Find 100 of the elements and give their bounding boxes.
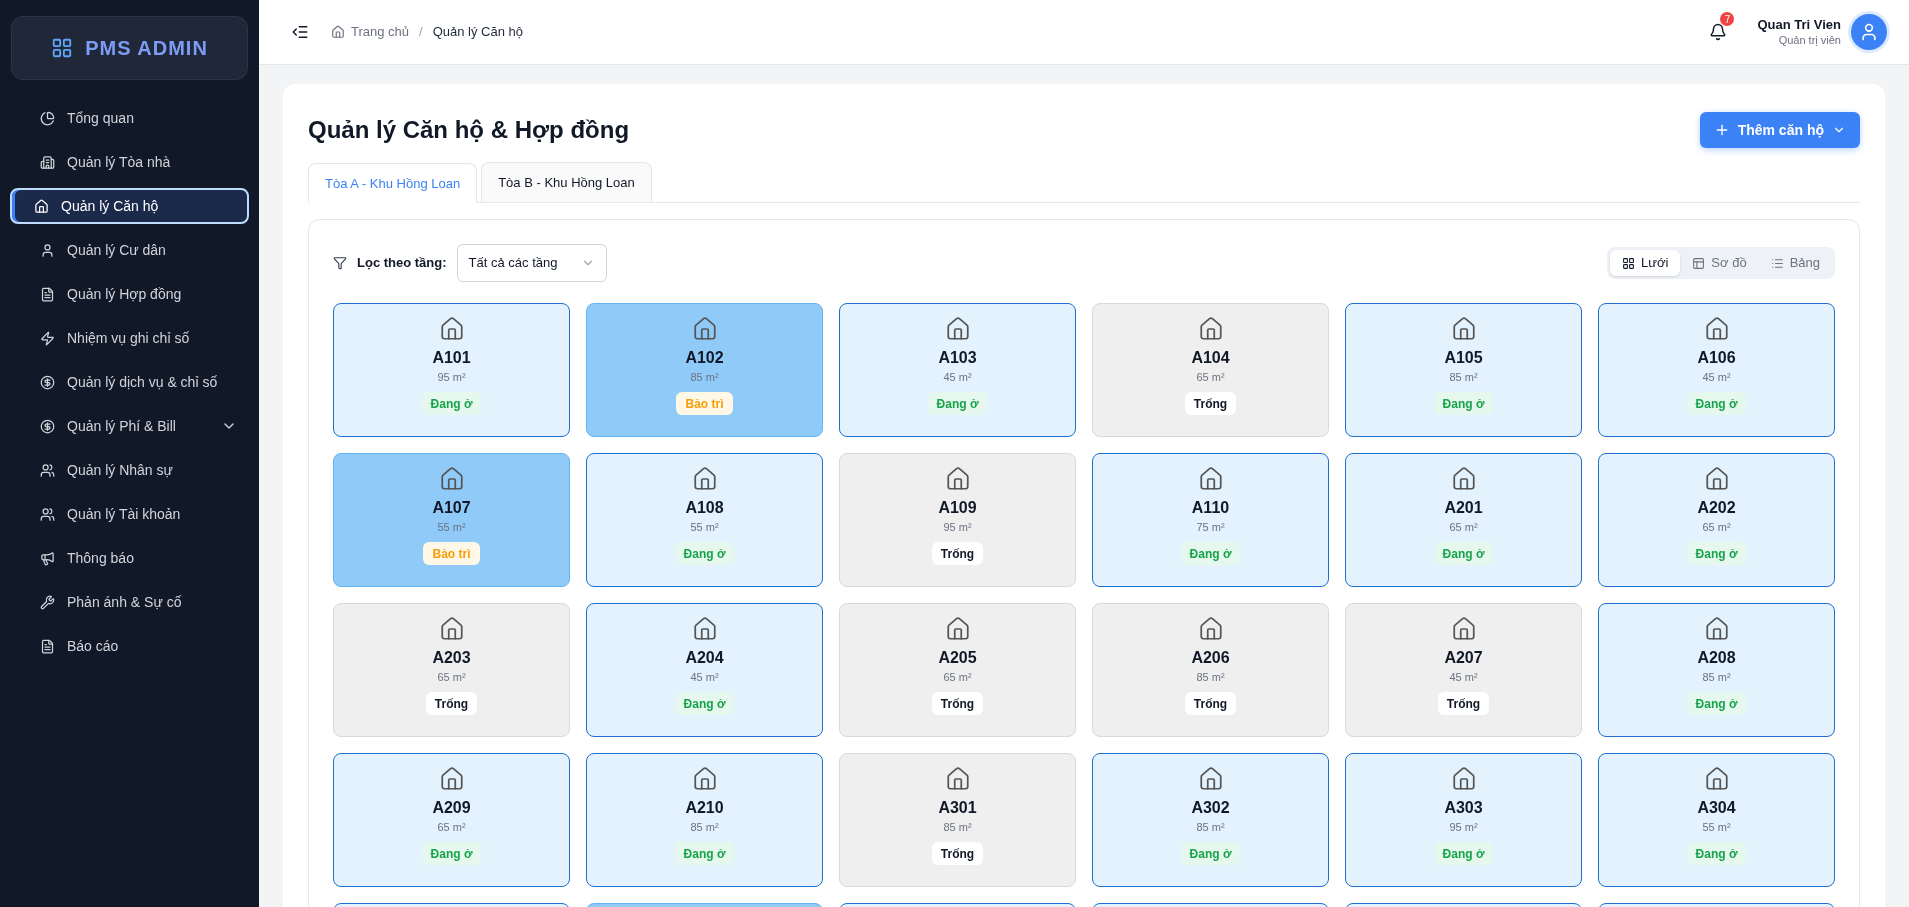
apartment-area: 55 m² — [437, 518, 466, 536]
add-apartment-button[interactable]: Thêm căn hộ — [1699, 112, 1860, 148]
sidebar-item[interactable]: Báo cáo — [10, 628, 249, 664]
apartment-card[interactable]: A209 65 m² Đang ở — [333, 753, 570, 887]
apartment-card[interactable]: A301 85 m² Trống — [839, 753, 1076, 887]
house-icon — [438, 466, 465, 492]
apartment-card[interactable]: A103 45 m² Đang ở — [839, 303, 1076, 437]
brand-logo[interactable]: PMS ADMIN — [11, 16, 248, 80]
apartment-area: 45 m² — [690, 668, 719, 686]
status-label: Đang ở — [1180, 542, 1241, 565]
apartment-card[interactable]: A107 55 m² Bảo trì — [333, 453, 570, 587]
house-icon — [944, 766, 971, 792]
apartment-number: A302 — [1191, 798, 1230, 818]
user-avatar[interactable] — [1851, 14, 1887, 50]
apartment-card[interactable]: A203 65 m² Trống — [333, 603, 570, 737]
apartment-card[interactable]: A108 55 m² Đang ở — [586, 453, 823, 587]
apartment-number: A110 — [1191, 498, 1230, 518]
user-icon — [1859, 22, 1879, 42]
apartment-card[interactable]: A202 65 m² Đang ở — [1598, 453, 1835, 587]
apartment-card[interactable]: A210 85 m² Đang ở — [586, 753, 823, 887]
sidebar-item[interactable]: Quản lý Căn hộ — [10, 188, 249, 224]
house-icon — [1450, 616, 1477, 642]
apartment-area: 95 m² — [943, 518, 972, 536]
house-icon — [1450, 316, 1477, 342]
floor-select[interactable]: Tất cả các tầng — [456, 244, 607, 282]
sidebar-item[interactable]: Quản lý Tài khoản — [10, 496, 249, 532]
apartment-number: A301 — [938, 798, 977, 818]
sidebar-item[interactable]: Tổng quan — [10, 100, 249, 136]
apartment-number: A106 — [1697, 348, 1736, 368]
status-label: Trống — [931, 692, 984, 715]
view-option[interactable]: Lưới — [1610, 250, 1681, 276]
apartment-card[interactable]: A106 45 m² Đang ở — [1598, 303, 1835, 437]
apartment-number: A203 — [432, 648, 471, 668]
apartment-card[interactable]: A110 75 m² Đang ở — [1092, 453, 1329, 587]
sidebar-item[interactable]: Phản ánh & Sự cố — [10, 584, 249, 620]
bell-icon[interactable] — [1709, 23, 1728, 41]
apartment-number: A206 — [1191, 648, 1230, 668]
apartment-number: A204 — [685, 648, 724, 668]
apartment-number: A303 — [1444, 798, 1483, 818]
sidebar-item[interactable]: Thông báo — [10, 540, 249, 576]
apartment-card[interactable]: A105 85 m² Đang ở — [1345, 303, 1582, 437]
apartment-number: A102 — [685, 348, 724, 368]
breadcrumb-separator: / — [419, 23, 423, 42]
status-label: Trống — [931, 842, 984, 865]
filter-label: Lọc theo tầng: — [357, 254, 447, 273]
apartment-card[interactable]: A208 85 m² Đang ở — [1598, 603, 1835, 737]
apartment-card[interactable]: A201 65 m² Đang ở — [1345, 453, 1582, 587]
apartment-area: 95 m² — [437, 368, 466, 386]
house-icon — [1703, 766, 1730, 792]
apartment-number: A101 — [432, 348, 471, 368]
status-label: Đang ở — [1433, 842, 1494, 865]
apartment-card[interactable]: A204 45 m² Đang ở — [586, 603, 823, 737]
sidebar-item[interactable]: Quản lý Cư dân — [10, 232, 249, 268]
notification-count: 7 — [1720, 12, 1735, 26]
status-label: Đang ở — [1433, 542, 1494, 565]
apartment-number: A209 — [432, 798, 471, 818]
apartment-card[interactable]: A102 85 m² Bảo trì — [586, 303, 823, 437]
status-label: Đang ở — [1180, 842, 1241, 865]
house-icon — [1450, 466, 1477, 492]
house-icon — [1197, 766, 1224, 792]
house-icon — [1197, 616, 1224, 642]
filter-icon — [333, 256, 347, 270]
status-label: Đang ở — [1686, 842, 1747, 865]
apartment-number: A103 — [938, 348, 977, 368]
house-icon — [691, 316, 718, 342]
apartment-area: 55 m² — [1702, 818, 1731, 836]
status-label: Đang ở — [421, 392, 482, 415]
breadcrumb-link[interactable]: Trang chủ — [351, 22, 410, 42]
status-label: Bảo trì — [423, 542, 480, 565]
apartment-card[interactable]: A304 55 m² Đang ở — [1598, 753, 1835, 887]
house-icon — [1703, 316, 1730, 342]
apartment-card[interactable]: A206 85 m² Trống — [1092, 603, 1329, 737]
apartment-card[interactable]: A109 95 m² Trống — [839, 453, 1076, 587]
status-label: Đang ở — [674, 542, 735, 565]
building-tab[interactable]: Tòa B - Khu Hồng Loan — [481, 162, 652, 202]
apartment-card[interactable]: A302 85 m² Đang ở — [1092, 753, 1329, 887]
building-tab[interactable]: Tòa A - Khu Hồng Loan — [308, 163, 478, 203]
sidebar-item[interactable]: Quản lý Tòa nhà — [10, 144, 249, 180]
apartment-card[interactable]: A207 45 m² Trống — [1345, 603, 1582, 737]
sidebar-item[interactable]: Quản lý Hợp đồng — [10, 276, 249, 312]
apartment-number: A207 — [1444, 648, 1483, 668]
view-option[interactable]: Sơ đồ — [1680, 250, 1759, 276]
sidebar-item[interactable]: Quản lý Phí & Bill — [10, 408, 249, 444]
apartment-card[interactable]: A303 95 m² Đang ở — [1345, 753, 1582, 887]
sidebar-item[interactable]: Quản lý dịch vụ & chỉ số — [10, 364, 249, 400]
house-icon — [1703, 466, 1730, 492]
apartment-card[interactable]: A101 95 m² Đang ở — [333, 303, 570, 437]
view-option[interactable]: Bảng — [1758, 250, 1832, 276]
apartment-card[interactable]: A205 65 m² Trống — [839, 603, 1076, 737]
sidebar-item[interactable]: Nhiệm vụ ghi chỉ số — [10, 320, 249, 356]
apartment-card[interactable]: A104 65 m² Trống — [1092, 303, 1329, 437]
apartment-area: 85 m² — [1449, 368, 1478, 386]
apartment-area: 45 m² — [1702, 368, 1731, 386]
apartment-area: 65 m² — [437, 668, 466, 686]
apartment-number: A109 — [938, 498, 977, 518]
view-icon — [1622, 256, 1635, 270]
apartment-area: 65 m² — [943, 668, 972, 686]
apartment-number: A304 — [1697, 798, 1736, 818]
status-label: Trống — [1184, 692, 1237, 715]
sidebar-item[interactable]: Quản lý Nhân sự — [10, 452, 249, 488]
